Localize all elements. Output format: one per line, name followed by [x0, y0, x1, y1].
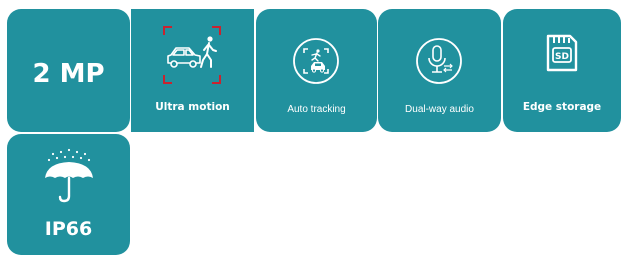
feature-tile-ip66: IP66	[7, 134, 130, 255]
resolution-label: 2 MP	[32, 59, 105, 89]
auto-tracking-icon	[293, 38, 339, 84]
feature-tile-resolution: 2 MP	[7, 9, 130, 132]
feature-tile-ultra-motion: Ultra motion	[131, 9, 254, 132]
sd-card-icon: SD	[546, 34, 578, 72]
feature-tile-dual-way-audio: Dual-way audio	[378, 9, 501, 132]
car-pedestrian-icon	[163, 26, 221, 84]
feature-tile-auto-tracking: Auto tracking	[256, 9, 377, 132]
feature-tile-edge-storage: SD Edge storage	[503, 9, 621, 132]
edge-storage-label: Edge storage	[522, 101, 602, 113]
auto-tracking-label: Auto tracking	[287, 104, 346, 115]
ip66-label: IP66	[44, 218, 93, 240]
svg-text:SD: SD	[555, 52, 569, 62]
dual-way-audio-label: Dual-way audio	[405, 104, 474, 115]
ultra-motion-label: Ultra motion	[155, 101, 230, 113]
microphone-icon	[416, 38, 462, 84]
umbrella-rain-icon	[45, 148, 93, 203]
